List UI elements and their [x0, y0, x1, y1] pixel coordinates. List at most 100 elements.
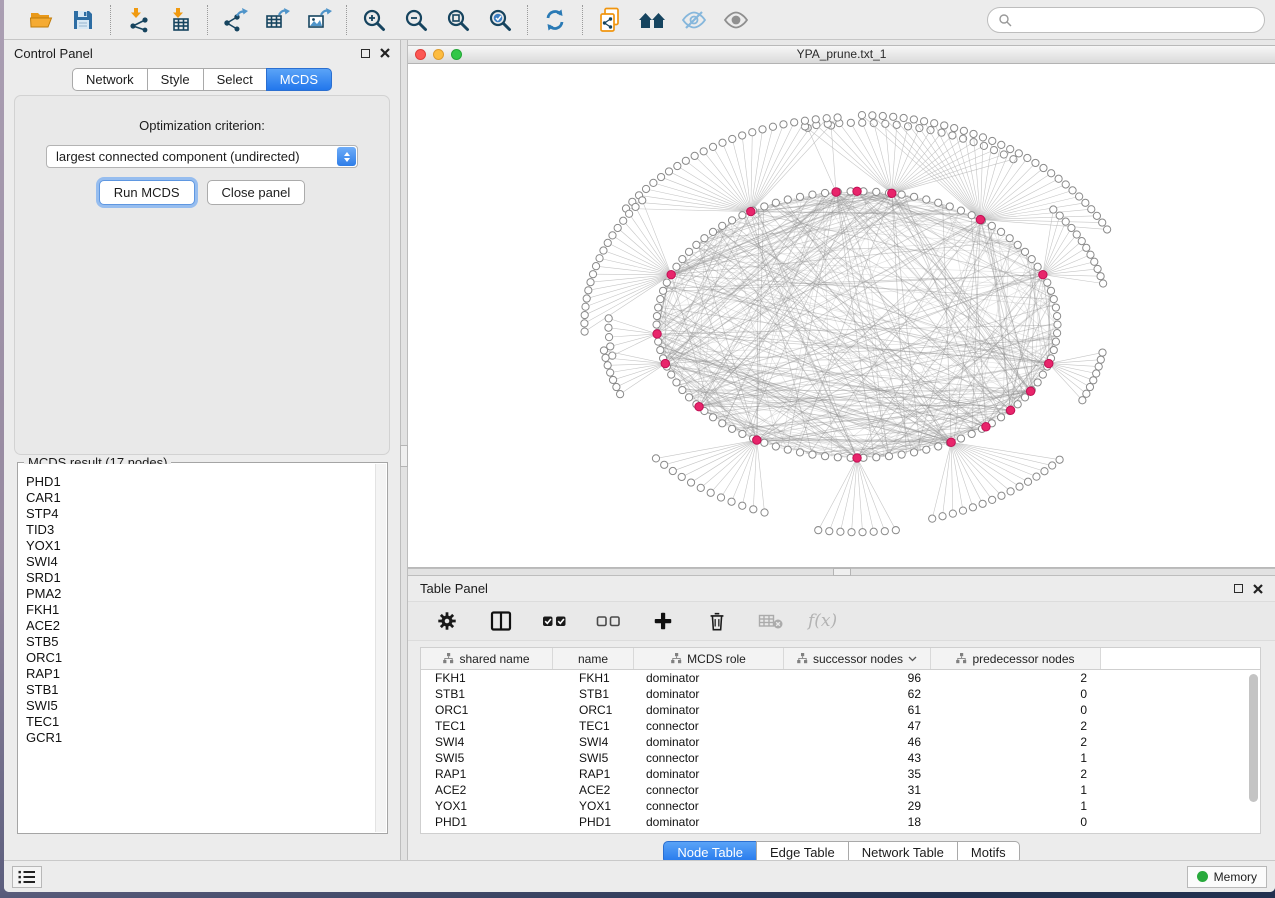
- mcds-node-item[interactable]: RAP1: [26, 666, 375, 682]
- control-panel-tabs: NetworkStyleSelectMCDS: [4, 68, 400, 91]
- table-cell: YOX1: [421, 799, 553, 813]
- horizontal-splitter[interactable]: [408, 568, 1275, 576]
- table-row[interactable]: ACE2ACE2connector311: [421, 782, 1260, 798]
- column-header-predecessor-nodes[interactable]: predecessor nodes: [931, 648, 1101, 669]
- table-row[interactable]: STB1STB1dominator620: [421, 686, 1260, 702]
- vertical-splitter-grip[interactable]: [400, 445, 408, 467]
- zoom-selected-button[interactable]: [483, 5, 517, 35]
- table-scrollbar[interactable]: [1249, 674, 1258, 802]
- zoom-fit-icon: [445, 7, 471, 33]
- close-panel-icon[interactable]: [380, 48, 390, 58]
- mcds-node-item[interactable]: STP4: [26, 506, 375, 522]
- import-network-button[interactable]: [121, 5, 155, 35]
- horizontal-splitter-grip[interactable]: [833, 568, 851, 576]
- network-canvas[interactable]: [408, 64, 1275, 567]
- mcds-node-item[interactable]: ORC1: [26, 650, 375, 666]
- close-table-panel-icon[interactable]: [1253, 584, 1263, 594]
- column-label: name: [578, 652, 608, 666]
- zoom-group: [346, 5, 527, 35]
- close-panel-button[interactable]: Close panel: [207, 180, 306, 205]
- task-history-button[interactable]: [12, 866, 42, 888]
- export-image-button[interactable]: [302, 5, 336, 35]
- mcds-node-item[interactable]: YOX1: [26, 538, 375, 554]
- network-visualization[interactable]: [408, 64, 1275, 567]
- tree-icon: [797, 653, 808, 664]
- tab-style[interactable]: Style: [147, 68, 204, 91]
- function-builder-button[interactable]: f(x): [808, 611, 837, 631]
- table-cell: dominator: [634, 703, 784, 717]
- mcds-node-item[interactable]: TID3: [26, 522, 375, 538]
- float-table-panel-icon[interactable]: [1234, 584, 1243, 593]
- export-table-button[interactable]: [260, 5, 294, 35]
- show-all-button[interactable]: [719, 5, 753, 35]
- mcds-node-item[interactable]: STB5: [26, 634, 375, 650]
- table-row[interactable]: FKH1FKH1dominator962: [421, 670, 1260, 686]
- open-file-button[interactable]: [24, 5, 58, 35]
- deselect-all-button[interactable]: [592, 606, 626, 636]
- table-cell: 31: [784, 783, 931, 797]
- vertical-splitter[interactable]: [400, 40, 408, 860]
- table-cell: connector: [634, 783, 784, 797]
- column-header-name[interactable]: name: [553, 648, 634, 669]
- table-row[interactable]: PHD1PHD1dominator180: [421, 814, 1260, 830]
- mcds-list-scrollbar[interactable]: [375, 464, 386, 832]
- control-panel: Control Panel NetworkStyleSelectMCDS Opt…: [4, 40, 400, 860]
- settings-gear-button[interactable]: [430, 606, 464, 636]
- tab-mcds[interactable]: MCDS: [266, 68, 332, 91]
- memory-button[interactable]: Memory: [1187, 866, 1267, 888]
- table-row[interactable]: TEC1TEC1connector472: [421, 718, 1260, 734]
- import-table-button[interactable]: [163, 5, 197, 35]
- search-field[interactable]: [987, 7, 1265, 33]
- table-row[interactable]: SWI4SWI4dominator462: [421, 734, 1260, 750]
- criterion-select[interactable]: largest connected component (undirected): [46, 145, 358, 168]
- tab-select[interactable]: Select: [203, 68, 267, 91]
- table-row[interactable]: ORC1ORC1dominator610: [421, 702, 1260, 718]
- mcds-node-item[interactable]: PMA2: [26, 586, 375, 602]
- search-input[interactable]: [1018, 13, 1254, 27]
- destroy-table-button[interactable]: [754, 606, 788, 636]
- delete-entry-button[interactable]: [700, 606, 734, 636]
- float-panel-icon[interactable]: [361, 49, 370, 58]
- node-table: shared name name MCDS rolesuccessor nodesp…: [420, 647, 1261, 834]
- column-header-successor-nodes[interactable]: successor nodes: [784, 648, 931, 669]
- duplicate-network-button[interactable]: [593, 5, 627, 35]
- tab-network[interactable]: Network: [72, 68, 148, 91]
- gear-icon: [436, 610, 458, 632]
- column-header-MCDS-role[interactable]: MCDS role: [634, 648, 784, 669]
- mcds-node-item[interactable]: TEC1: [26, 714, 375, 730]
- tree-icon: [671, 653, 682, 664]
- mcds-node-item[interactable]: PHD1: [26, 474, 375, 490]
- mcds-node-item[interactable]: SWI5: [26, 698, 375, 714]
- tree-icon: [443, 653, 454, 664]
- hide-selected-button[interactable]: [677, 5, 711, 35]
- network-overview-button[interactable]: [635, 5, 669, 35]
- mcds-node-item[interactable]: CAR1: [26, 490, 375, 506]
- mcds-node-item[interactable]: SRD1: [26, 570, 375, 586]
- network-window-titlebar[interactable]: YPA_prune.txt_1: [408, 46, 1275, 64]
- mcds-node-item[interactable]: GCR1: [26, 730, 375, 746]
- add-entry-button[interactable]: [646, 606, 680, 636]
- select-all-button[interactable]: [538, 606, 572, 636]
- run-mcds-button[interactable]: Run MCDS: [99, 180, 195, 205]
- mcds-node-item[interactable]: FKH1: [26, 602, 375, 618]
- table-row[interactable]: SWI5SWI5connector431: [421, 750, 1260, 766]
- column-header-shared-name[interactable]: shared name: [421, 648, 553, 669]
- save-session-button[interactable]: [66, 5, 100, 35]
- table-cell: YOX1: [553, 799, 634, 813]
- zoom-fit-button[interactable]: [441, 5, 475, 35]
- table-row[interactable]: RAP1RAP1dominator352: [421, 766, 1260, 782]
- table-cell: 61: [784, 703, 931, 717]
- refresh-button[interactable]: [538, 5, 572, 35]
- status-bar: Memory: [4, 860, 1275, 892]
- export-network-button[interactable]: [218, 5, 252, 35]
- column-layout-button[interactable]: [484, 606, 518, 636]
- mcds-node-item[interactable]: STB1: [26, 682, 375, 698]
- mcds-node-item[interactable]: SWI4: [26, 554, 375, 570]
- table-row[interactable]: YOX1YOX1connector291: [421, 798, 1260, 814]
- table-cell: RAP1: [553, 767, 634, 781]
- zoom-in-button[interactable]: [357, 5, 391, 35]
- homes-icon: [638, 8, 666, 32]
- mcds-node-item[interactable]: ACE2: [26, 618, 375, 634]
- zoom-out-button[interactable]: [399, 5, 433, 35]
- table-cell: SWI4: [421, 735, 553, 749]
